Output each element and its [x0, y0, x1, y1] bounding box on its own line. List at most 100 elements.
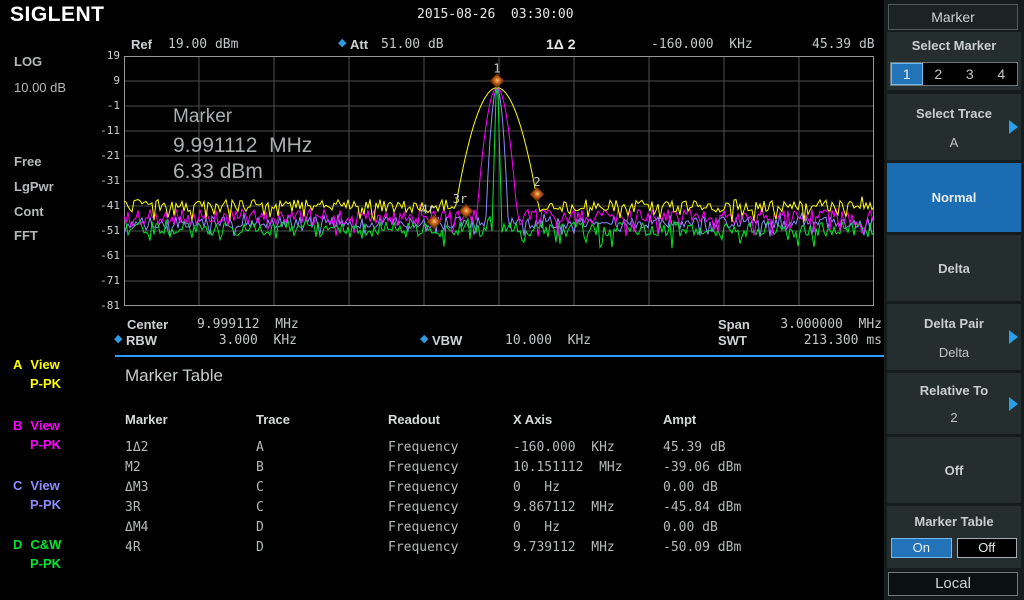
select-marker-option-2[interactable]: 2	[923, 63, 955, 85]
marker-label-3r: 3r	[453, 192, 467, 206]
marker-table-cell: D	[256, 520, 264, 535]
vbw-value: 10.000 KHz	[505, 333, 591, 348]
marker-table-cell: C	[256, 480, 264, 495]
trace-letter: D	[13, 537, 22, 552]
marker-table-cell: M2	[125, 460, 141, 475]
status-fft: FFT	[14, 228, 38, 243]
marker-table-header: X Axis	[513, 412, 552, 427]
marker-table-cell: D	[256, 540, 264, 555]
select-marker-option-4[interactable]: 4	[986, 63, 1018, 85]
relative-to-button[interactable]: Relative To 2	[887, 373, 1021, 434]
section-separator	[115, 355, 884, 357]
trace-detector: P-PK	[30, 437, 61, 452]
normal-mode-button[interactable]: Normal	[887, 163, 1021, 232]
spectrum-analyzer-screen: SIGLENT 2015-08-26 03:30:00 Ref 19.00 dB…	[0, 0, 1024, 600]
marker-table-cell: ΔM4	[125, 520, 148, 535]
att-label: Att	[350, 37, 368, 52]
marker-off-label: Off	[945, 463, 964, 478]
select-marker-option-3[interactable]: 3	[954, 63, 986, 85]
menu-title: Marker	[888, 4, 1018, 30]
trace-mode: View	[30, 478, 59, 493]
delta-pair-label: Delta Pair	[887, 316, 1021, 331]
log-scale-value: 10.00 dB	[14, 80, 66, 95]
trace-legend-B: B View	[13, 418, 60, 433]
submenu-arrow-icon	[1009, 397, 1018, 411]
y-axis-tick: -51	[84, 224, 120, 237]
select-marker-button[interactable]: Select Marker 1234	[887, 32, 1021, 90]
marker-table-title: Marker Table	[125, 366, 223, 386]
delta-mode-label: Delta	[938, 261, 970, 276]
trace-mode: View	[30, 418, 59, 433]
marker-table-cell: 0.00 dB	[663, 520, 718, 535]
delta-pair-button[interactable]: Delta Pair Delta	[887, 304, 1021, 370]
marker-table-cell: 0 Hz	[513, 480, 560, 495]
marker-table-cell: 3R	[125, 500, 141, 515]
marker-table-cell: -45.84 dBm	[663, 500, 741, 515]
att-diamond-icon: ◆	[338, 38, 346, 49]
marker-table-cell: Frequency	[388, 440, 458, 455]
delta-mode-button[interactable]: Delta	[887, 235, 1021, 301]
marker-table-cell: ΔM3	[125, 480, 148, 495]
trace-letter: B	[13, 418, 22, 433]
marker-label-2: 2	[533, 175, 540, 189]
trace-detector: P-PK	[30, 376, 61, 391]
select-marker-options: 1234	[890, 62, 1018, 86]
select-trace-value: A	[887, 135, 1021, 150]
marker-off-button[interactable]: Off	[887, 437, 1021, 503]
y-axis-tick: -61	[84, 249, 120, 262]
vbw-diamond-icon: ◆	[420, 334, 428, 345]
ref-value: 19.00 dBm	[168, 37, 238, 52]
select-marker-option-1[interactable]: 1	[891, 63, 923, 85]
marker-table-cell: -50.09 dBm	[663, 540, 741, 555]
delta-marker-ampl: 45.39 dB	[812, 37, 875, 52]
span-value: 3.000000 MHz	[756, 317, 882, 332]
local-button[interactable]: Local	[888, 572, 1018, 596]
normal-mode-label: Normal	[932, 190, 977, 205]
swt-value: 213.300 ms	[756, 333, 882, 348]
y-axis-tick: -21	[84, 149, 120, 162]
select-trace-button[interactable]: Select Trace A	[887, 94, 1021, 160]
y-axis-tick: 9	[84, 74, 120, 87]
y-axis-tick: 19	[84, 49, 120, 62]
center-freq-value: 9.999112 MHz	[197, 317, 297, 332]
marker-table-cell: C	[256, 500, 264, 515]
marker-table-off-option[interactable]: Off	[957, 538, 1018, 558]
trace-mode: C&W	[30, 537, 61, 552]
status-lgpwr: LgPwr	[14, 179, 54, 194]
marker-table-cell: A	[256, 440, 264, 455]
trace-detector: P-PK	[30, 556, 61, 571]
marker-2[interactable]	[530, 187, 544, 201]
spectrum-plot-area: 123r4r Marker 9.991112 MHz 6.33 dBm	[124, 56, 874, 306]
marker-table-toggle-label: Marker Table	[887, 514, 1021, 529]
datetime-display: 2015-08-26 03:30:00	[417, 7, 574, 22]
marker-1[interactable]	[490, 74, 504, 88]
vbw-label: VBW	[432, 333, 462, 348]
marker-table-cell: 4R	[125, 540, 141, 555]
marker-table-cell: -160.000 KHz	[513, 440, 615, 455]
delta-pair-value: Delta	[887, 345, 1021, 360]
delta-marker-id: 1Δ 2	[546, 36, 576, 52]
marker-table-toggle-button[interactable]: Marker Table OnOff	[887, 506, 1021, 568]
swt-label: SWT	[718, 333, 747, 348]
marker-table-header: Readout	[388, 412, 440, 427]
marker-table-cell: Frequency	[388, 520, 458, 535]
trace-detector: P-PK	[30, 497, 61, 512]
trace-mode: View	[30, 357, 59, 372]
trace-letter: C	[13, 478, 22, 493]
relative-to-value: 2	[887, 410, 1021, 425]
top-bar: SIGLENT 2015-08-26 03:30:00	[0, 0, 884, 28]
siglent-logo: SIGLENT	[10, 3, 105, 27]
marker-readout-freq: 9.991112 MHz	[173, 134, 312, 158]
y-axis-tick: -31	[84, 174, 120, 187]
rbw-diamond-icon: ◆	[114, 334, 122, 345]
ref-label: Ref	[131, 37, 152, 52]
softkey-menu: Marker Select Marker 1234 Select Trace A…	[884, 0, 1024, 600]
trace-legend-A: AView	[13, 357, 60, 372]
marker-table-cell: 0.00 dB	[663, 480, 718, 495]
marker-table-on-option[interactable]: On	[891, 538, 952, 558]
submenu-arrow-icon	[1009, 120, 1018, 134]
marker-table-cell: -39.06 dBm	[663, 460, 741, 475]
marker-table-cell: Frequency	[388, 500, 458, 515]
y-axis-tick: -1	[84, 99, 120, 112]
status-cont: Cont	[14, 204, 44, 219]
